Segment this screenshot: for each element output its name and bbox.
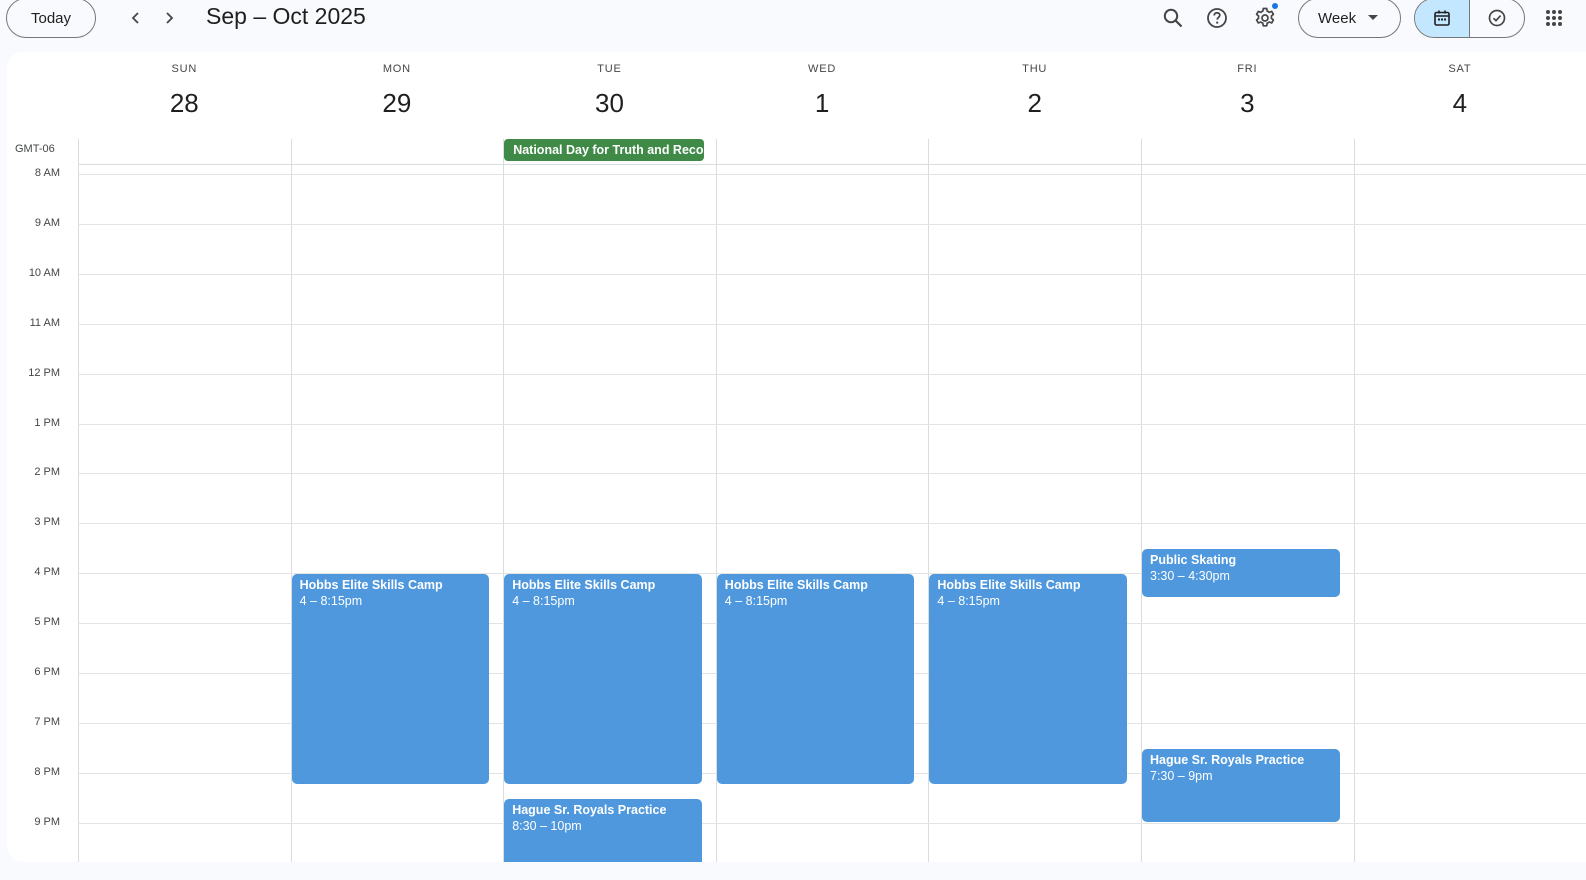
day-name: SAT	[1448, 63, 1472, 75]
event-title: Hobbs Elite Skills Camp	[724, 578, 868, 593]
view-select-label: Week	[1318, 9, 1357, 27]
event-time: 4 – 8:15pm	[299, 594, 363, 609]
day-name: WED	[808, 63, 837, 75]
timezone-label: GMT-06	[15, 143, 55, 155]
task-check-icon	[1488, 9, 1506, 27]
day-name: THU	[1022, 63, 1048, 75]
calendar-event[interactable]: Public Skating 3:30 – 4:30pm	[1142, 549, 1340, 598]
hour-label: 8 AM	[34, 167, 60, 179]
calendar-icon	[1434, 10, 1450, 26]
hour-gridline	[78, 373, 1586, 375]
day-name: MON	[382, 63, 411, 75]
chevron-right-icon	[166, 12, 174, 24]
hour-gridline	[78, 223, 1586, 225]
hour-gridline	[78, 822, 1586, 824]
apps-grid-icon	[1546, 10, 1562, 26]
calendar-event[interactable]: Hague Sr. Royals Practice 8:30 – 10pm	[504, 798, 702, 862]
all-day-event[interactable]: National Day for Truth and Reconciliatio…	[504, 139, 704, 161]
event-time: 4 – 8:15pm	[937, 594, 1000, 609]
apps-launcher-button[interactable]	[1536, 0, 1572, 36]
day-header-sat[interactable]: SAT 4	[1354, 52, 1567, 138]
hour-label: 8 PM	[34, 765, 60, 778]
event-time: 4 – 8:15pm	[512, 594, 575, 609]
event-time: 4 – 8:15pm	[724, 594, 788, 609]
hour-label: 9 AM	[34, 216, 60, 229]
day-number[interactable]: 4	[1354, 88, 1567, 119]
hour-label: 5 PM	[34, 616, 60, 629]
calendar-view-button[interactable]	[1415, 0, 1469, 37]
day-header-mon[interactable]: MON 29	[291, 52, 504, 138]
column-divider	[1353, 139, 1355, 862]
today-button[interactable]: Today	[6, 0, 96, 38]
day-name: TUE	[597, 63, 622, 75]
all-day-divider	[78, 164, 1586, 165]
day-number[interactable]: 28	[78, 88, 291, 119]
calendar-event[interactable]: Hobbs Elite Skills Camp 4 – 8:15pm	[716, 574, 915, 785]
hour-label: 4 PM	[34, 566, 60, 579]
caret-down-icon	[1368, 15, 1379, 20]
tasks-view-button[interactable]	[1469, 0, 1524, 37]
hour-gridline	[78, 273, 1586, 275]
week-grid: SUN 28 MON 29 TUE 30 WED 1 THU 2 FRI 3 SAT 4 GMT-06 8…	[7, 52, 1586, 862]
calendar-event[interactable]: Hobbs Elite Skills Camp 4 – 8:15pm	[291, 574, 490, 785]
event-time: 3:30 – 4:30pm	[1150, 569, 1230, 584]
event-title: Hobbs Elite Skills Camp	[512, 578, 656, 593]
day-header-thu[interactable]: THU 2	[928, 52, 1141, 138]
event-time: 8:30 – 10pm	[512, 818, 582, 833]
hour-label: 11 AM	[29, 316, 60, 329]
settings-button[interactable]	[1247, 0, 1283, 36]
event-title: Hobbs Elite Skills Camp	[299, 578, 443, 593]
view-mode-toggle	[1414, 0, 1525, 38]
event-title: Hague Sr. Royals Practice	[1150, 752, 1305, 767]
hour-label: 3 PM	[34, 516, 60, 529]
day-name: SUN	[171, 63, 198, 75]
day-name: FRI	[1237, 63, 1258, 75]
event-title: Hobbs Elite Skills Camp	[937, 578, 1081, 593]
hour-label: 10 AM	[28, 266, 60, 279]
help-icon	[1207, 8, 1227, 28]
top-toolbar: Today Sep – Oct 2025 Week	[0, 0, 1586, 40]
event-title: Hague Sr. Royals Practice	[512, 802, 667, 817]
event-time: 7:30 – 9pm	[1150, 768, 1213, 783]
hour-label: 9 PM	[34, 815, 60, 828]
help-button[interactable]	[1199, 0, 1235, 36]
calendar-event[interactable]: Hague Sr. Royals Practice 7:30 – 9pm	[1142, 748, 1340, 822]
hour-gridline	[78, 323, 1586, 325]
hour-label: 7 PM	[34, 715, 60, 728]
hour-label: 6 PM	[34, 666, 60, 678]
hour-label: 1 PM	[34, 416, 60, 429]
notification-dot	[1272, 3, 1278, 9]
day-header-sun[interactable]: SUN 28	[78, 52, 291, 138]
day-number[interactable]: 29	[291, 88, 504, 119]
view-select-dropdown[interactable]: Week	[1298, 0, 1401, 38]
search-icon	[1163, 8, 1183, 28]
next-week-button[interactable]	[154, 2, 184, 34]
day-header-tue[interactable]: TUE 30	[503, 52, 716, 138]
hour-label: 2 PM	[34, 466, 60, 479]
day-number[interactable]: 30	[503, 88, 716, 119]
day-number[interactable]: 3	[1141, 88, 1354, 119]
day-header-wed[interactable]: WED 1	[716, 52, 929, 138]
search-button[interactable]	[1155, 0, 1191, 36]
calendar-event[interactable]: Hobbs Elite Skills Camp 4 – 8:15pm	[929, 574, 1127, 785]
hour-label: 12 PM	[28, 366, 60, 379]
column-divider	[78, 139, 79, 862]
day-number[interactable]: 2	[928, 88, 1141, 119]
gear-icon	[1255, 7, 1275, 27]
calendar-event[interactable]: Hobbs Elite Skills Camp 4 – 8:15pm	[504, 574, 702, 785]
previous-week-button[interactable]	[121, 2, 151, 34]
day-number[interactable]: 1	[716, 88, 929, 119]
date-range-title: Sep – Oct 2025	[206, 3, 366, 29]
chevron-left-icon	[131, 12, 139, 24]
hour-gridline	[78, 473, 1586, 475]
hour-gridline	[78, 423, 1586, 425]
hour-gridline	[78, 174, 1586, 175]
hour-gridline	[78, 523, 1586, 525]
day-header-fri[interactable]: FRI 3	[1141, 52, 1354, 138]
event-title: Public Skating	[1150, 553, 1237, 568]
